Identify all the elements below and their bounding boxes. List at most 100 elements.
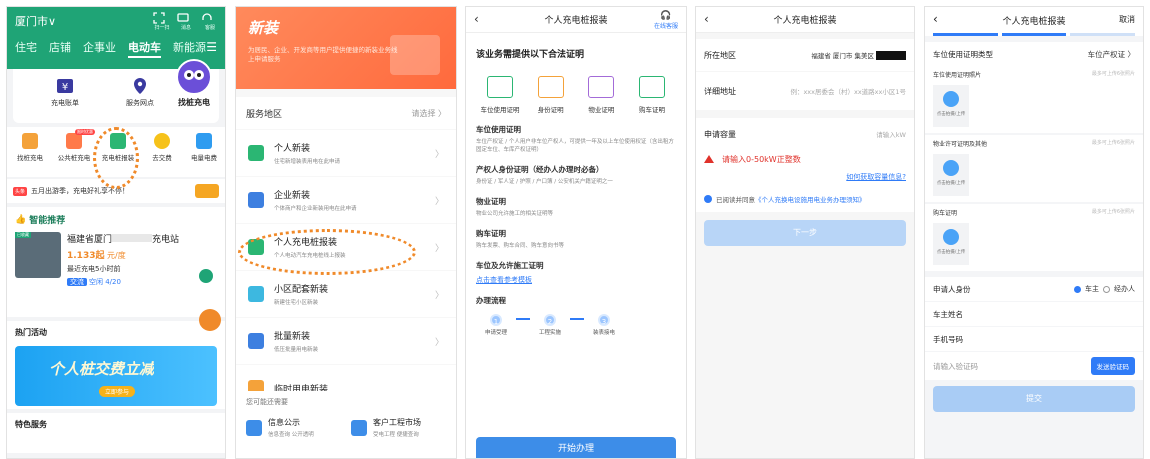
area-label: 所在地区 xyxy=(704,50,736,60)
find-pile-button[interactable]: 找桩充电 xyxy=(171,59,217,108)
new-install-screen: 新装 为居民、企业、开发商等用户提供便捷的新装业务线上申请服务 服务地区 请选择… xyxy=(235,6,457,459)
tab-shop[interactable]: 店铺 xyxy=(49,39,71,58)
grid-pay[interactable]: 去交费 xyxy=(141,133,183,162)
address-input[interactable]: 例：xxx居委会（村）xx道路xx小区1号 xyxy=(790,86,906,96)
back-icon[interactable]: ‹ xyxy=(704,12,709,26)
service-item[interactable]: 批量新装 低压批量用电新装 〉 xyxy=(236,318,456,364)
requirements-screen: ‹ 个人充电桩报装 🎧 在线客服 该业务需提供以下合法证明 车位使用证明 身份证… xyxy=(465,6,687,459)
gift-icon[interactable] xyxy=(195,184,219,198)
building-icon xyxy=(248,192,264,208)
address-field[interactable]: 详细地址 例：xxx居委会（村）xx道路xx小区1号 xyxy=(696,72,914,110)
bill-label: 充电账单 xyxy=(51,99,79,107)
camera-icon xyxy=(943,91,959,107)
monitor-icon xyxy=(196,133,212,149)
code-field[interactable]: 请输入验证码 发送验证码 xyxy=(925,352,1143,380)
upload-title: 车位使用证明照片 xyxy=(933,72,982,79)
grid-usage[interactable]: 电量电费 xyxy=(183,133,225,162)
back-icon[interactable]: ‹ xyxy=(474,12,479,26)
flow-step: 3 装表接电 xyxy=(584,314,624,336)
region-select-text: 请选择 〉 xyxy=(411,108,446,118)
item-sub: 低压批量用电新装 xyxy=(274,347,319,353)
progress-bar xyxy=(925,33,1143,36)
phone-label: 手机号码 xyxy=(933,334,963,344)
navigate-icon[interactable] xyxy=(199,269,213,283)
redaction xyxy=(876,50,906,60)
plug-icon xyxy=(22,133,38,149)
flow-connector xyxy=(570,318,584,320)
tab-new-energy[interactable]: 新能源 xyxy=(173,39,206,58)
market-link[interactable]: 客户工程市场 受电工程 便捷查询 xyxy=(351,417,446,438)
section-title: 产权人身份证明（经办人办理时必备） xyxy=(476,165,604,174)
capacity-help-link[interactable]: 如何获取容量信息? xyxy=(696,168,914,186)
next-button[interactable]: 下一步 xyxy=(704,220,906,246)
item-title: 个人新装 xyxy=(274,144,311,154)
nav-bar: ‹ 个人充电桩报装 🎧 在线客服 xyxy=(466,7,686,33)
start-button[interactable]: 开始办理 xyxy=(476,437,676,458)
highlight-ring xyxy=(93,127,139,189)
banner-text: 个人桩交费立减 xyxy=(49,360,155,378)
menu-icon[interactable]: ☰ xyxy=(206,40,217,54)
upload-box[interactable]: 点击拍摄/上传 xyxy=(933,154,969,196)
item-sub: 个体商户和企业新装用电在此申请 xyxy=(274,206,357,212)
capacity-input[interactable]: 请输入kW xyxy=(876,129,906,139)
headset-icon[interactable]: 客服 xyxy=(201,12,219,31)
submit-button[interactable]: 提交 xyxy=(933,386,1135,412)
tab-ev[interactable]: 电动车 xyxy=(128,39,161,58)
agreement-link[interactable]: 《个人充换电设施用电业务办理须知》 xyxy=(755,196,866,204)
tab-enterprise[interactable]: 企事业 xyxy=(83,39,116,58)
recommend-title: 智能推荐 xyxy=(29,216,66,226)
service-item[interactable]: 企业新装 个体商户和企业新装用电在此申请 〉 xyxy=(236,177,456,223)
proof-type-field[interactable]: 车位使用证明类型 车位产权证 〉 xyxy=(925,42,1143,66)
price-value: 1.133起 xyxy=(67,251,105,261)
item-title: 小区配套新装 xyxy=(274,285,329,295)
agent-option[interactable]: 经办人 xyxy=(1114,284,1135,294)
back-icon[interactable]: ‹ xyxy=(933,12,938,26)
service-item[interactable]: 个人新装 住宅新增装表用电在此申请 〉 xyxy=(236,130,456,176)
capacity-warning: 请输入0-50kW正整数 xyxy=(696,150,914,168)
outlet-entry[interactable]: 服务网点 xyxy=(110,77,170,108)
online-service-button[interactable]: 🎧 在线客服 xyxy=(654,11,678,30)
charger-icon xyxy=(66,133,82,149)
promo-banner[interactable]: 个人桩交费立减 立即参与 xyxy=(15,346,217,406)
upload-title: 物业许可证明及其他 xyxy=(933,141,988,148)
doc-item: 物业证明 xyxy=(577,76,625,114)
flow-connector xyxy=(516,318,530,320)
bill-entry[interactable]: ¥ 充电账单 xyxy=(35,77,95,108)
template-link[interactable]: 点击查看参考模板 xyxy=(476,275,676,285)
service-item[interactable]: 小区配套新装 新建住宅小区新装 〉 xyxy=(236,271,456,317)
service-label: 客服 xyxy=(204,25,215,31)
upload-note: 最多可上传6张照片 xyxy=(1091,71,1135,77)
grid-find-pile[interactable]: 找桩充电 xyxy=(9,133,51,162)
checkbox-checked-icon[interactable] xyxy=(704,195,712,203)
radio-unselected-icon[interactable] xyxy=(1103,285,1110,293)
message-label: 消息 xyxy=(180,25,191,31)
scan-icon[interactable]: 扫一扫 xyxy=(153,12,171,31)
step-label: 工程实施 xyxy=(538,330,561,336)
chevron-right-icon: 〉 xyxy=(434,291,444,301)
code-input[interactable]: 请输入验证码 xyxy=(933,361,978,372)
owner-option[interactable]: 车主 xyxy=(1085,284,1099,294)
info-public-link[interactable]: 信息公示 信息查询 公开透明 xyxy=(246,417,341,438)
grid-public-pile-label: 公共桩充电 xyxy=(57,154,91,162)
price-unit: 元/度 xyxy=(107,251,126,260)
upload-box[interactable]: 点击拍摄/上传 xyxy=(933,85,969,127)
send-code-button[interactable]: 发送验证码 xyxy=(1090,357,1135,375)
doc-label: 物业证明 xyxy=(588,106,615,114)
agreement-row[interactable]: 已阅读并同意《个人充换电设施用电业务办理须知》 xyxy=(696,186,914,212)
proof-type-value: 车位产权证 〉 xyxy=(1087,49,1135,59)
upload-box[interactable]: 点击拍摄/上传 xyxy=(933,223,969,265)
headset-icon: 🎧 xyxy=(660,11,672,21)
region-selector[interactable]: 服务地区 请选择 〉 xyxy=(236,97,456,129)
tab-residence[interactable]: 住宅 xyxy=(15,39,37,58)
phone-field[interactable]: 手机号码 xyxy=(925,327,1143,351)
message-icon[interactable]: 消息 xyxy=(177,12,195,31)
area-field[interactable]: 所在地区 福建省 厦门市 集美区 xyxy=(696,39,914,71)
ac-key: 交流 xyxy=(67,278,87,286)
owner-name-field[interactable]: 车主姓名 xyxy=(925,302,1143,326)
cancel-button[interactable]: 取消 xyxy=(1119,14,1135,25)
banner-join-button[interactable]: 立即参与 xyxy=(99,386,136,397)
station-card[interactable]: 已收藏 福建省厦门 充电站 1.133起 元/度 最近充电5小时前 交流 空闲 4/… xyxy=(15,232,217,287)
capacity-field[interactable]: 申请容量 请输入kW xyxy=(696,118,914,150)
grid-public-pile[interactable]: 限时优惠 公共桩充电 xyxy=(53,129,95,162)
radio-selected-icon[interactable] xyxy=(1074,285,1081,293)
